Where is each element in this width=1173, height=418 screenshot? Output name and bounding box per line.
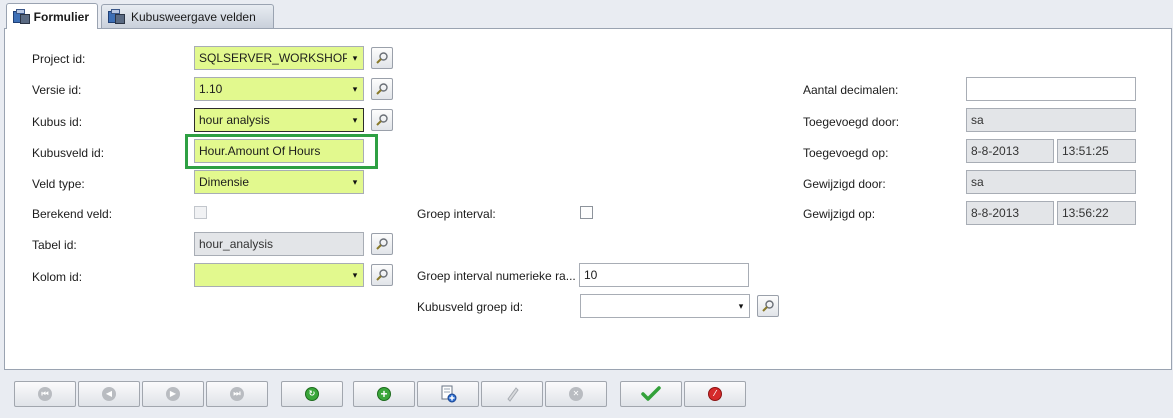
magnifier-icon: [376, 238, 388, 250]
toegevoegd-door-field: sa: [966, 108, 1136, 132]
delete-icon: ✕: [569, 387, 583, 401]
copy-record-button[interactable]: [417, 381, 479, 407]
berekend-veld-label: Berekend veld:: [32, 207, 113, 221]
aantal-decimalen-label: Aantal decimalen:: [803, 83, 899, 97]
tabel-id-field: hour_analysis: [194, 232, 364, 256]
cube-form-icon: [13, 8, 30, 25]
groep-interval-label: Groep interval:: [417, 207, 496, 221]
save-button[interactable]: [620, 381, 682, 407]
kubusveld-id-label: Kubusveld id:: [32, 146, 105, 160]
next-record-icon: ▶: [166, 387, 180, 401]
gewijzigd-door-label: Gewijzigd door:: [803, 177, 886, 191]
previous-record-icon: ◀: [102, 387, 116, 401]
veld-type-label: Veld type:: [32, 177, 85, 191]
edit-button[interactable]: [481, 381, 543, 407]
project-id-value: SQLSERVER_WORKSHOP: [199, 51, 347, 65]
chevron-down-icon[interactable]: ▾: [733, 295, 749, 317]
kubusveld-groep-id-select[interactable]: ▾: [580, 294, 750, 318]
magnifier-icon: [376, 114, 388, 126]
magnifier-icon: [376, 83, 388, 95]
kolom-id-lookup-button[interactable]: [371, 264, 393, 286]
toegevoegd-door-label: Toegevoegd door:: [803, 115, 900, 129]
project-id-select[interactable]: SQLSERVER_WORKSHOP ▾: [194, 46, 364, 70]
tab-kubusweergave-velden[interactable]: Kubusweergave velden: [101, 4, 274, 28]
gewijzigd-op-label: Gewijzigd op:: [803, 207, 876, 221]
add-icon: +: [377, 387, 391, 401]
copy-record-icon: [441, 385, 457, 403]
chevron-down-icon[interactable]: ▾: [347, 78, 363, 100]
tabel-id-label: Tabel id:: [32, 238, 77, 252]
groep-interval-numeriek-input[interactable]: 10: [579, 263, 749, 287]
kubusveld-groep-id-lookup-button[interactable]: [757, 295, 779, 317]
tab-bar: Formulier Kubusweergave velden: [0, 0, 1173, 29]
berekend-veld-checkbox[interactable]: [194, 206, 207, 219]
veld-type-select[interactable]: Dimensie ▾: [194, 170, 364, 194]
versie-id-label: Versie id:: [32, 83, 82, 97]
checkmark-icon: [641, 386, 661, 401]
project-id-label: Project id:: [32, 52, 86, 66]
versie-id-lookup-button[interactable]: [371, 78, 393, 100]
toegevoegd-op-date: 8-8-2013: [971, 144, 1020, 158]
chevron-down-icon[interactable]: ▾: [347, 47, 363, 69]
gewijzigd-op-date-field: 8-8-2013: [966, 201, 1054, 225]
first-record-button[interactable]: ⏮: [14, 381, 76, 407]
magnifier-icon: [376, 52, 388, 64]
refresh-button[interactable]: ↻: [281, 381, 343, 407]
groep-interval-numeriek-value: 10: [584, 268, 598, 282]
refresh-icon: ↻: [305, 387, 319, 401]
tab-formulier-label: Formulier: [33, 9, 89, 24]
gewijzigd-door-field: sa: [966, 170, 1136, 194]
kolom-id-label: Kolom id:: [32, 270, 83, 284]
tabel-id-lookup-button[interactable]: [371, 233, 393, 255]
kubus-id-value: hour analysis: [199, 113, 270, 127]
groep-interval-checkbox[interactable]: [580, 206, 593, 219]
versie-id-value: 1.10: [199, 82, 223, 96]
groep-interval-numeriek-label: Groep interval numerieke ra...: [417, 269, 576, 283]
gewijzigd-op-time: 13:56:22: [1062, 206, 1109, 220]
aantal-decimalen-input[interactable]: [966, 77, 1136, 101]
kubus-id-select[interactable]: hour analysis ▾: [194, 108, 364, 132]
last-record-button[interactable]: ⏭: [206, 381, 268, 407]
kubusveld-id-value: Hour.Amount Of Hours: [199, 144, 321, 158]
delete-button[interactable]: ✕: [545, 381, 607, 407]
kubus-id-lookup-button[interactable]: [371, 109, 393, 131]
toegevoegd-op-label: Toegevoegd op:: [803, 146, 889, 160]
cancel-icon: ⁄: [708, 387, 722, 401]
cube-grid-icon: [108, 8, 126, 25]
gewijzigd-op-time-field: 13:56:22: [1057, 201, 1136, 225]
chevron-down-icon[interactable]: ▾: [347, 171, 363, 193]
kubusveld-groep-id-label: Kubusveld groep id:: [417, 300, 524, 314]
kubus-id-label: Kubus id:: [32, 115, 83, 129]
versie-id-select[interactable]: 1.10 ▾: [194, 77, 364, 101]
toegevoegd-op-time-field: 13:51:25: [1057, 139, 1136, 163]
previous-record-button[interactable]: ◀: [78, 381, 140, 407]
toegevoegd-door-value: sa: [971, 113, 984, 127]
kolom-id-select[interactable]: ▾: [194, 263, 364, 287]
magnifier-icon: [762, 300, 774, 312]
project-id-lookup-button[interactable]: [371, 47, 393, 69]
chevron-down-icon[interactable]: ▾: [347, 109, 363, 131]
gewijzigd-door-value: sa: [971, 175, 984, 189]
veld-type-value: Dimensie: [199, 175, 250, 189]
toegevoegd-op-time: 13:51:25: [1062, 144, 1109, 158]
tabel-id-value: hour_analysis: [199, 237, 274, 251]
tab-kubusweergave-label: Kubusweergave velden: [131, 9, 256, 24]
chevron-down-icon[interactable]: ▾: [347, 264, 363, 286]
gewijzigd-op-date: 8-8-2013: [971, 206, 1020, 220]
edit-icon: [507, 387, 519, 402]
tab-formulier[interactable]: Formulier: [6, 3, 98, 29]
cancel-button[interactable]: ⁄: [684, 381, 746, 407]
next-record-button[interactable]: ▶: [142, 381, 204, 407]
magnifier-icon: [376, 269, 388, 281]
add-record-button[interactable]: +: [353, 381, 415, 407]
kubusveld-id-input[interactable]: Hour.Amount Of Hours: [194, 139, 364, 163]
first-record-icon: ⏮: [38, 387, 52, 401]
last-record-icon: ⏭: [230, 387, 244, 401]
record-toolbar: ⏮ ◀ ▶ ⏭ ↻ + ✕ ⁄: [0, 372, 1173, 418]
toegevoegd-op-date-field: 8-8-2013: [966, 139, 1054, 163]
